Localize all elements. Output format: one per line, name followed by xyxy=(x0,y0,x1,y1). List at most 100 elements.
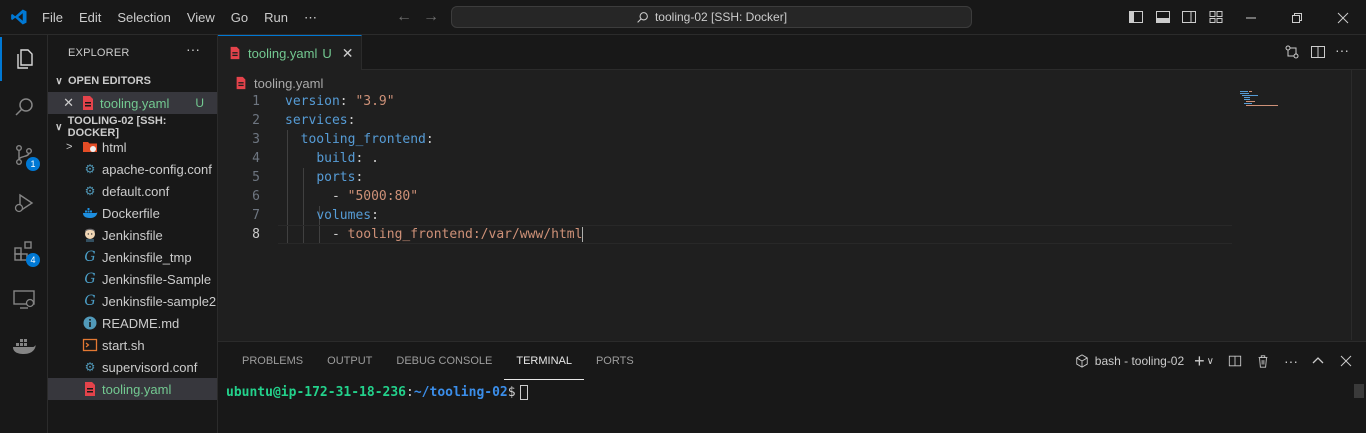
toggle-secondary-sidebar-icon[interactable] xyxy=(1181,9,1197,25)
breadcrumb-file[interactable]: tooling.yaml xyxy=(254,76,323,91)
command-center-label: tooling-02 [SSH: Docker] xyxy=(654,10,788,24)
split-terminal-icon[interactable] xyxy=(1228,354,1242,368)
file-tree-item[interactable]: G Jenkinsfile_tmp xyxy=(48,246,217,268)
extensions-activity[interactable]: 4 xyxy=(0,229,48,273)
yaml-value: "3.9" xyxy=(355,94,395,109)
terminal-name[interactable]: bash - tooling-02 xyxy=(1095,354,1184,368)
tab-problems[interactable]: PROBLEMS xyxy=(230,342,315,380)
menu-go[interactable]: Go xyxy=(223,10,256,25)
explorer-sidebar: EXPLORER ··· ∨ OPEN EDITORS ✕ tooling.ya… xyxy=(48,35,218,433)
tab-debug-console[interactable]: DEBUG CONSOLE xyxy=(384,342,504,380)
line-number: 8 xyxy=(252,227,260,242)
workspace-header[interactable]: ∨ TOOLING-02 [SSH: DOCKER] xyxy=(48,115,217,139)
minimap[interactable] xyxy=(1238,90,1298,110)
file-tree-item[interactable]: ⚙ default.conf xyxy=(48,180,217,202)
menu-more[interactable]: ⋯ xyxy=(296,10,325,26)
open-editor-item[interactable]: ✕ tooling.yaml U xyxy=(48,92,217,114)
file-name: tooling.yaml xyxy=(102,381,172,397)
tab-ports[interactable]: PORTS xyxy=(584,342,646,380)
code-line[interactable]: 8 - tooling_frontend:/var/www/html xyxy=(218,225,1232,244)
code-line[interactable]: 6 - "5000:80" xyxy=(218,187,1232,206)
explorer-more-button[interactable]: ··· xyxy=(186,41,200,57)
terminal-output[interactable]: ubuntu@ip-172-31-18-236:~/tooling-02$ xyxy=(226,385,528,400)
file-tree-item[interactable]: start.sh xyxy=(48,334,217,356)
minimize-button[interactable] xyxy=(1228,0,1274,35)
chevron-down-icon: ∨ xyxy=(55,121,63,133)
yaml-key: version xyxy=(285,94,340,109)
terminal-scrollbar[interactable] xyxy=(1354,384,1364,398)
open-changes-icon[interactable] xyxy=(1284,44,1300,60)
extensions-badge: 4 xyxy=(26,253,40,267)
menu-view[interactable]: View xyxy=(179,10,223,25)
run-debug-activity[interactable] xyxy=(0,181,48,225)
file-name: supervisord.conf xyxy=(102,359,198,375)
menu-file[interactable]: File xyxy=(34,10,71,25)
toggle-primary-sidebar-icon[interactable] xyxy=(1128,9,1144,25)
file-tree-item[interactable]: README.md xyxy=(48,312,217,334)
split-editor-icon[interactable] xyxy=(1310,44,1326,60)
file-tree-item[interactable]: > html xyxy=(48,136,217,158)
yaml-value: tooling_frontend:/var/www/html xyxy=(347,227,583,242)
code-line[interactable]: 5 ports: xyxy=(218,168,1232,187)
code-line[interactable]: 2 services: xyxy=(218,111,1232,130)
close-icon[interactable]: ✕ xyxy=(48,95,74,111)
file-tree-item[interactable]: G Jenkinsfile-sample2 xyxy=(48,290,217,312)
restore-button[interactable] xyxy=(1274,0,1320,35)
file-tree-item[interactable]: Dockerfile xyxy=(48,202,217,224)
source-control-activity[interactable]: 1 xyxy=(0,133,48,177)
files-icon xyxy=(17,49,33,69)
customize-layout-icon[interactable] xyxy=(1208,9,1224,25)
remote-explorer-icon xyxy=(13,290,35,309)
bottom-panel: PROBLEMS OUTPUT DEBUG CONSOLE TERMINAL P… xyxy=(218,341,1366,433)
chevron-down-icon[interactable]: ∨ xyxy=(1207,356,1214,367)
close-window-button[interactable] xyxy=(1320,0,1366,35)
file-name: Dockerfile xyxy=(102,205,160,221)
docker-icon xyxy=(13,339,36,354)
docker-activity[interactable] xyxy=(0,325,48,369)
file-tree-item[interactable]: ⚙ supervisord.conf xyxy=(48,356,217,378)
toggle-panel-icon[interactable] xyxy=(1155,9,1171,25)
tab-terminal[interactable]: TERMINAL xyxy=(504,342,584,380)
line-number: 6 xyxy=(252,189,260,204)
more-actions-icon[interactable]: ··· xyxy=(1335,42,1349,58)
tab-output[interactable]: OUTPUT xyxy=(315,342,384,380)
code-line[interactable]: 1 version: "3.9" xyxy=(218,92,1232,111)
remote-explorer-activity[interactable] xyxy=(0,277,48,321)
back-arrow-icon[interactable]: ← xyxy=(396,8,412,26)
menu-bar: File Edit Selection View Go Run ⋯ xyxy=(34,0,325,35)
editor-scrollbar[interactable] xyxy=(1351,70,1366,340)
explorer-activity[interactable] xyxy=(0,37,48,81)
search-icon xyxy=(15,98,33,116)
file-tree-item[interactable]: G Jenkinsfile-Sample xyxy=(48,268,217,290)
explorer-title: EXPLORER xyxy=(68,47,130,59)
chevron-right-icon: > xyxy=(66,141,73,153)
file-tree-item[interactable]: ⚙ apache-config.conf xyxy=(48,158,217,180)
yaml-value: . xyxy=(371,151,379,166)
menu-run[interactable]: Run xyxy=(256,10,296,25)
file-name: html xyxy=(102,139,127,155)
code-line[interactable]: 3 tooling_frontend: xyxy=(218,130,1232,149)
line-text: build: . xyxy=(316,151,379,166)
forward-arrow-icon[interactable]: → xyxy=(423,8,439,26)
tab-tooling-yaml[interactable]: tooling.yaml U ✕ xyxy=(218,35,362,70)
command-center[interactable]: tooling-02 [SSH: Docker] xyxy=(451,6,972,28)
close-tab-icon[interactable]: ✕ xyxy=(342,45,354,62)
file-tree-item[interactable]: tooling.yaml U xyxy=(48,378,217,400)
docker-icon xyxy=(83,208,98,218)
yaml-icon xyxy=(230,46,240,60)
more-actions-icon[interactable]: ··· xyxy=(1284,353,1298,369)
maximize-panel-icon[interactable] xyxy=(1312,355,1324,367)
search-activity[interactable] xyxy=(0,85,48,129)
menu-selection[interactable]: Selection xyxy=(109,10,178,25)
close-panel-icon[interactable] xyxy=(1340,355,1352,367)
trash-icon[interactable] xyxy=(1256,354,1270,368)
folder-icon xyxy=(83,142,97,152)
menu-edit[interactable]: Edit xyxy=(71,10,109,25)
code-line[interactable]: 4 build: . xyxy=(218,149,1232,168)
file-tree-item[interactable]: Jenkinsfile xyxy=(48,224,217,246)
open-editors-header[interactable]: ∨ OPEN EDITORS xyxy=(48,70,217,92)
file-name: apache-config.conf xyxy=(102,161,212,177)
source-control-badge: 1 xyxy=(26,157,40,171)
code-line[interactable]: 7 volumes: xyxy=(218,206,1232,225)
new-terminal-icon[interactable]: + xyxy=(1194,351,1205,372)
